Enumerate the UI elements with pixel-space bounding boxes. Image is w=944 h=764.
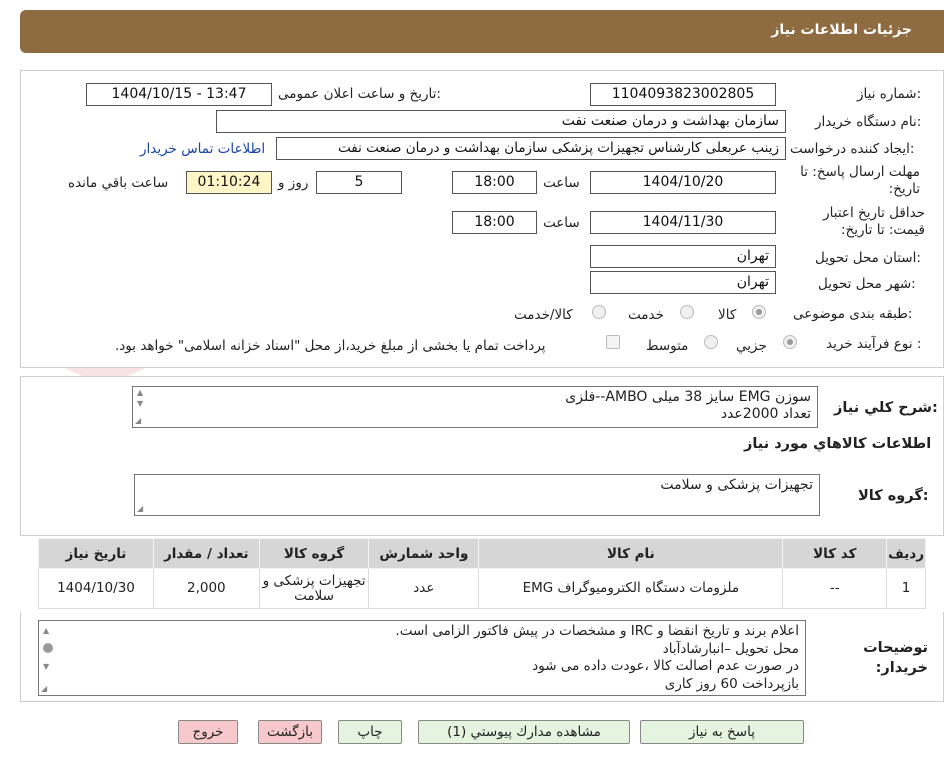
page-header: جزئیات اطلاعات نیاز xyxy=(20,10,944,53)
cell-group: تجهیزات پزشکی و سلامت xyxy=(258,568,370,609)
buyer-note-line-4: بازپرداخت 60 روز کاری xyxy=(664,675,799,692)
items-table: رديف كد كالا نام كالا واحد شمارش گروه كا… xyxy=(38,538,926,609)
print-button[interactable]: چاپ xyxy=(338,720,402,744)
goods-info-title: اطلاعات كالاهاي مورد نياز xyxy=(744,436,932,452)
province-field[interactable]: تهران xyxy=(590,245,776,268)
treasury-payment-checkbox[interactable] xyxy=(606,335,620,349)
payment-note: پرداخت تمام یا بخشی از مبلغ خرید،از محل … xyxy=(115,338,546,354)
cell-row-num: 1 xyxy=(886,568,926,609)
col-header-row-num: رديف xyxy=(886,538,926,569)
province-label: استان محل تحويل: xyxy=(815,250,921,266)
scroll-down-icon[interactable]: ▼ xyxy=(43,663,49,671)
category-service-radio[interactable] xyxy=(680,305,694,319)
remaining-label: ساعت باقي مانده xyxy=(68,175,169,191)
col-header-date: تاريخ نياز xyxy=(38,538,154,569)
reply-button[interactable]: پاسخ به نياز xyxy=(640,720,804,744)
resize-handle-icon[interactable]: ◢ xyxy=(135,417,141,425)
cell-quantity: 2,000 xyxy=(152,568,260,609)
back-button[interactable]: بازگشت xyxy=(258,720,322,744)
col-header-quantity: تعداد / مقدار xyxy=(152,538,260,569)
cell-code: -- xyxy=(782,568,888,609)
table-header-row: رديف كد كالا نام كالا واحد شمارش گروه كا… xyxy=(38,538,926,569)
summary-line-1: سوزن EMG سایز 38 میلی AMBO--فلزی xyxy=(565,389,811,405)
scroll-down-icon[interactable]: ▼ xyxy=(137,400,143,408)
category-goods-service-radio[interactable] xyxy=(592,305,606,319)
validity-date-field[interactable]: 1404/11/30 xyxy=(590,211,776,234)
category-goods-radio[interactable] xyxy=(752,305,766,319)
announce-field[interactable]: 1404/10/15 - 13:47 xyxy=(86,83,272,106)
creator-field[interactable]: زینب عربعلی کارشناس تجهیزات پزشکی سازمان… xyxy=(276,137,786,160)
process-label: نوع فرآيند خريد : xyxy=(826,336,922,352)
process-medium-radio[interactable] xyxy=(704,335,718,349)
col-header-code: كد كالا xyxy=(782,538,888,569)
cell-name: ملزومات دستگاه الکترومیوگراف EMG xyxy=(478,568,784,609)
buyer-org-label: نام دستگاه خریدار: xyxy=(815,114,922,130)
need-number-field[interactable]: 1104093823002805 xyxy=(590,83,776,106)
validity-time-label: ساعت xyxy=(543,215,580,231)
table-row: 1 -- ملزومات دستگاه الکترومیوگراف EMG عد… xyxy=(38,568,926,609)
summary-line-2: تعداد 2000عدد xyxy=(720,406,811,422)
summary-textarea[interactable]: سوزن EMG سایز 38 میلی AMBO--فلزی تعداد 2… xyxy=(132,386,818,428)
remaining-time-field: 01:10:24 xyxy=(186,171,272,194)
creator-label: ایجاد کننده درخواست: xyxy=(790,141,915,157)
cell-unit: عدد xyxy=(368,568,480,609)
cell-date: 1404/10/30 xyxy=(38,568,154,609)
deadline-date-field[interactable]: 1404/10/20 xyxy=(590,171,776,194)
buyer-note-line-3: در صورت عدم اصالت کالا ،عودت داده می شود xyxy=(532,658,799,674)
col-header-group: گروه كالا xyxy=(258,538,370,569)
exit-button[interactable]: خروج xyxy=(178,720,238,744)
announce-label: تاریخ و ساعت اعلان عمومی: xyxy=(278,86,441,102)
summary-label: شرح كلي نياز: xyxy=(834,400,938,416)
col-header-name: نام كالا xyxy=(478,538,784,569)
validity-label: حداقل تاريخ اعتبار قيمت: تا تاريخ: xyxy=(823,205,925,238)
goods-group-value: تجهیزات پزشکی و سلامت xyxy=(660,477,813,493)
goods-group-textarea[interactable]: تجهیزات پزشکی و سلامت ◢ xyxy=(134,474,820,516)
deadline-time-field[interactable]: 18:00 xyxy=(452,171,537,194)
days-field[interactable]: 5 xyxy=(316,171,402,194)
process-medium-label: متوسط xyxy=(646,338,689,354)
resize-handle-icon[interactable]: ◢ xyxy=(41,685,47,693)
attachments-button[interactable]: مشاهده مدارك پيوستي (1) xyxy=(418,720,630,744)
scroll-up-icon[interactable]: ▲ xyxy=(43,627,49,635)
page-title: جزئیات اطلاعات نیاز xyxy=(771,22,912,38)
items-table-wrapper: رديف كد كالا نام كالا واحد شمارش گروه كا… xyxy=(38,538,926,609)
category-goods-service-label: کالا/خدمت xyxy=(514,307,573,323)
goods-group-label: گروه كالا: xyxy=(858,488,929,504)
validity-time-field[interactable]: 18:00 xyxy=(452,211,537,234)
buyer-notes-label: توضيحات خريدار: xyxy=(863,640,928,676)
buyer-note-line-1: اعلام برند و تاریخ انقضا و IRC و مشخصات … xyxy=(395,623,799,639)
buyer-note-line-2: محل تحویل –انبارشادآباد xyxy=(662,640,799,657)
deadline-time-label: ساعت xyxy=(543,175,580,191)
process-minor-label: جزیي xyxy=(736,338,767,354)
days-label: روز و xyxy=(278,175,309,191)
col-header-unit: واحد شمارش xyxy=(368,538,480,569)
buyer-notes-textarea[interactable]: اعلام برند و تاریخ انقضا و IRC و مشخصات … xyxy=(38,620,806,696)
scroll-up-icon[interactable]: ▲ xyxy=(137,389,143,397)
city-field[interactable]: تهران xyxy=(590,271,776,294)
category-service-label: خدمت xyxy=(628,307,664,323)
contact-buyer-link[interactable]: اطلاعات تماس خریدار xyxy=(140,141,265,157)
need-number-label: شماره نیاز: xyxy=(857,86,922,102)
buyer-org-field[interactable]: سازمان بهداشت و درمان صنعت نفت xyxy=(216,110,786,133)
category-goods-label: کالا xyxy=(718,307,737,323)
category-label: طبقه بندی موضوعی: xyxy=(793,306,913,322)
deadline-label: مهلت ارسال پاسخ: تا تاریخ: xyxy=(800,164,920,197)
resize-handle-icon[interactable]: ◢ xyxy=(137,505,143,513)
scroll-thumb-icon[interactable] xyxy=(43,643,53,653)
city-label: شهر محل تحويل: xyxy=(818,276,916,292)
process-minor-radio[interactable] xyxy=(783,335,797,349)
